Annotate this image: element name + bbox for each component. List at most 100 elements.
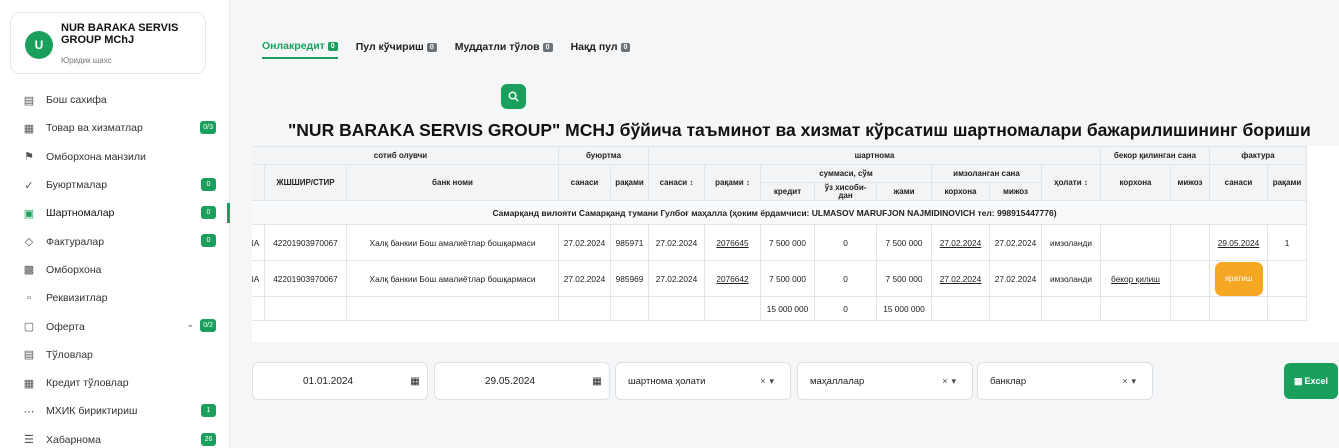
total-own: 0 xyxy=(814,296,877,321)
tab-label: Нақд пул xyxy=(570,41,618,53)
header-status[interactable]: ҳолати ↕ xyxy=(1041,164,1101,201)
orders-icon: ✓ xyxy=(24,179,34,192)
sidebar: U NUR BARAKA SERVIS GROUP MChJ Юридик ша… xyxy=(0,0,230,448)
tab-installment[interactable]: Муддатли тўлов 0 xyxy=(455,40,553,59)
sidebar-item-invoices[interactable]: ◇ Фактуралар 0 xyxy=(0,227,230,255)
sidebar-item-notifications[interactable]: ☰ Хабарнома 26 xyxy=(0,426,230,448)
cell-cancel-client xyxy=(1170,224,1210,261)
sidebar-item-label: Реквизитлар xyxy=(46,292,108,305)
date-to-field[interactable]: 29.05.2024 ▦ xyxy=(434,362,610,400)
contract-link[interactable]: 2076642 xyxy=(704,260,761,297)
sidebar-item-label: Хабарнома xyxy=(46,433,101,446)
status-select-placeholder: шартнома ҳолати xyxy=(628,375,706,387)
header-order: буюртма xyxy=(558,146,649,165)
clear-chevron-icon[interactable]: ×▾ xyxy=(760,376,790,387)
signed-company-link[interactable]: 27.02.2024 xyxy=(931,224,990,261)
create-invoice-button[interactable]: яратиш xyxy=(1214,261,1263,296)
sidebar-item-warehouse-address[interactable]: ⚑ Омборхона манзили xyxy=(0,143,230,171)
org-card[interactable]: U NUR BARAKA SERVIS GROUP MChJ Юридик ша… xyxy=(10,12,206,74)
invoices-icon: ◇ xyxy=(24,236,34,249)
sidebar-item-label: Тўловлар xyxy=(46,348,93,361)
org-name: NUR BARAKA SERVIS GROUP MChJ xyxy=(61,22,179,46)
credit-payments-icon: ▦ xyxy=(23,377,35,390)
cell-own: 0 xyxy=(814,224,877,261)
signed-company-link[interactable]: 27.02.2024 xyxy=(931,260,990,297)
header-invoice: фактура xyxy=(1209,146,1307,165)
sidebar-item-credit-payments[interactable]: ▦ Кредит тўловлар xyxy=(0,369,230,397)
cell-name: NA xyxy=(252,260,265,297)
cell-order-date: 27.02.2024 xyxy=(558,260,611,297)
sidebar-item-contracts[interactable]: ▣ Шартномалар 0 xyxy=(0,199,230,227)
payment-tabs: Онлакредит 0 Пул кўчириш 0 Муддатли тўло… xyxy=(262,40,631,59)
header-total: жами xyxy=(876,182,932,201)
sidebar-item-label: Буюртмалар xyxy=(46,179,108,192)
contracts-table: сотиб олувчи буюртма шартнома бекор қили… xyxy=(252,146,1307,321)
bank-select[interactable]: банклар ×▾ xyxy=(977,362,1153,400)
sidebar-item-warehouse[interactable]: ▩ Омборхона xyxy=(0,256,230,284)
header-contract-date[interactable]: санаси ↕ xyxy=(648,164,705,201)
contract-link[interactable]: 2076645 xyxy=(704,224,761,261)
tab-badge: 0 xyxy=(542,42,553,52)
tab-transfer[interactable]: Пул кўчириш 0 xyxy=(356,40,437,59)
clear-chevron-icon[interactable]: ×▾ xyxy=(942,376,972,387)
cell-order-num: 985971 xyxy=(610,224,649,261)
mahalla-select[interactable]: маҳаллалар ×▾ xyxy=(797,362,973,400)
chevron-down-icon[interactable]: ⌄ xyxy=(186,319,194,330)
header-invoice-date: санаси xyxy=(1209,164,1268,201)
tab-onlacredit[interactable]: Онлакредит 0 xyxy=(262,40,338,59)
sidebar-item-orders[interactable]: ✓ Буюртмалар 0 xyxy=(0,171,230,199)
tab-label: Пул кўчириш xyxy=(355,41,424,53)
contracts-table-wrap[interactable]: сотиб олувчи буюртма шартнома бекор қили… xyxy=(252,146,1339,342)
sidebar-item-label: Кредит тўловлар xyxy=(46,377,129,390)
tab-label: Онлакредит xyxy=(262,40,325,52)
calendar-icon: ▦ xyxy=(592,375,602,387)
region-row: Самарқанд вилояти Самарқанд тумани Гулбо… xyxy=(252,200,1307,225)
cell-own: 0 xyxy=(814,260,877,297)
total-credit: 15 000 000 xyxy=(760,296,815,321)
cell-order-num: 985969 xyxy=(610,260,649,297)
calendar-icon: ▦ xyxy=(410,375,420,387)
invoice-date-link[interactable]: 29.05.2024 xyxy=(1209,224,1268,261)
sidebar-item-payments[interactable]: ▤ Тўловлар xyxy=(0,341,230,369)
date-from-field[interactable]: 01.01.2024 ▦ xyxy=(252,362,428,400)
cell-signed-client: 27.02.2024 xyxy=(989,260,1042,297)
cell-contract-date: 27.02.2024 xyxy=(648,224,705,261)
export-excel-button[interactable]: ▦ Excel xyxy=(1284,363,1338,399)
requisites-icon: ▫ xyxy=(27,292,31,305)
notification-icon: ☰ xyxy=(24,434,34,447)
count-badge: 0/3 xyxy=(200,121,216,135)
sidebar-item-goods[interactable]: ▦ Товар ва хизматлар 0/3 xyxy=(0,114,230,142)
header-own: ўз хисоби-дан xyxy=(814,182,877,201)
count-badge: 26 xyxy=(201,432,216,446)
date-to-value: 29.05.2024 xyxy=(484,375,536,387)
sidebar-item-mxik[interactable]: ⋯ МХИК бириктириш 1 xyxy=(0,397,230,425)
status-select[interactable]: шартнома ҳолати ×▾ xyxy=(615,362,791,400)
tab-badge: 0 xyxy=(327,41,338,51)
cell-bank: Халқ банкии Бош амалиётлар бошқармаси xyxy=(346,260,559,297)
header-signed-date: имзоланган сана xyxy=(931,164,1042,183)
sidebar-item-label: МХИК бириктириш xyxy=(46,405,138,418)
sidebar-item-offer[interactable]: ▢ Оферта ⌄ 0/2 xyxy=(0,312,230,340)
header-sum: суммаси, сўм xyxy=(760,164,932,183)
sidebar-item-label: Омборхона xyxy=(46,263,102,276)
payments-icon: ▤ xyxy=(23,349,35,362)
bank-select-placeholder: банклар xyxy=(990,375,1027,387)
page-title: "NUR BARAKA SERVIS GROUP" МСHJ бўйича та… xyxy=(288,120,1311,140)
clear-chevron-icon[interactable]: ×▾ xyxy=(1122,376,1152,387)
sidebar-item-requisites[interactable]: ▫ Реквизитлар xyxy=(0,284,230,312)
header-credit: кредит xyxy=(760,182,815,201)
sidebar-menu: ▤ Бош сахифа ▦ Товар ва хизматлар 0/3 ⚑ … xyxy=(0,86,230,448)
total-sum: 15 000 000 xyxy=(876,296,932,321)
header-contract-num[interactable]: рақами ↕ xyxy=(704,164,761,201)
cancel-link[interactable]: бекор қилиш xyxy=(1100,260,1171,297)
count-badge: 1 xyxy=(201,404,216,418)
cell-invoice-num xyxy=(1267,260,1307,297)
table-row: NA 42201903970067 Халқ банкии Бош амалиё… xyxy=(252,260,1307,297)
tab-cash[interactable]: Нақд пул 0 xyxy=(571,40,631,59)
sidebar-item-home[interactable]: ▤ Бош сахифа xyxy=(0,86,230,114)
tab-label: Муддатли тўлов xyxy=(454,41,540,53)
filters-bar: 01.01.2024 ▦ 29.05.2024 ▦ шартнома ҳолат… xyxy=(252,362,1339,400)
search-button[interactable] xyxy=(501,84,526,109)
cell-total: 7 500 000 xyxy=(876,224,932,261)
sidebar-item-label: Омборхона манзили xyxy=(46,150,146,163)
